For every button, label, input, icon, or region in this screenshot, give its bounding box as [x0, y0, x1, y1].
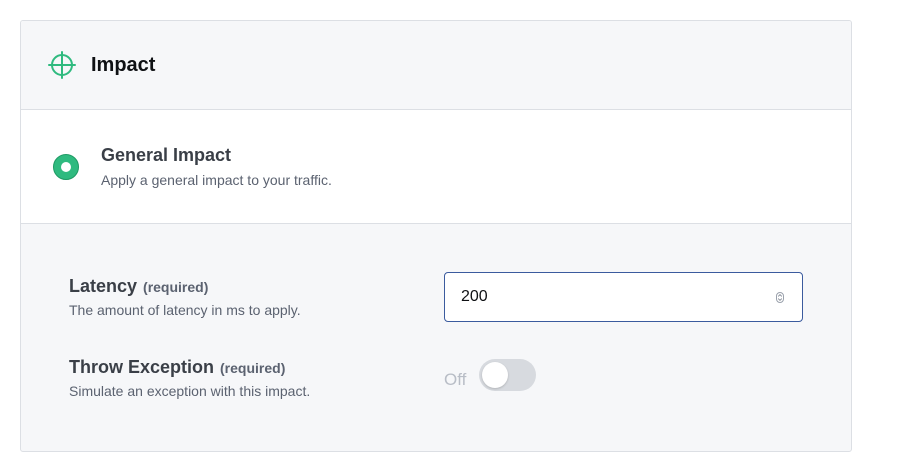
throw-exception-toggle[interactable] [479, 359, 536, 391]
general-impact-radio[interactable] [53, 154, 79, 180]
option-description: Apply a general impact to your traffic. [101, 172, 332, 188]
latency-label: Latency (required) [69, 276, 208, 297]
throw-exception-label-text: Throw Exception [69, 357, 215, 377]
crosshair-icon [48, 51, 76, 79]
toggle-knob [482, 362, 508, 388]
throw-exception-label: Throw Exception (required) [69, 357, 285, 378]
toggle-state-label: Off [444, 370, 467, 389]
general-impact-option[interactable]: General Impact Apply a general impact to… [21, 110, 851, 224]
option-title: General Impact [101, 145, 232, 165]
latency-label-text: Latency [69, 276, 138, 296]
number-spinner-icon[interactable] [776, 292, 784, 303]
throw-exception-required-tag: (required) [220, 360, 286, 376]
latency-description: The amount of latency in ms to apply. [69, 302, 301, 318]
impact-card: Impact General Impact Apply a general im… [20, 20, 852, 452]
latency-input-wrapper [444, 272, 803, 322]
latency-required-tag: (required) [143, 279, 209, 295]
card-header: Impact [21, 21, 851, 110]
latency-input[interactable] [445, 273, 802, 321]
throw-exception-description: Simulate an exception with this impact. [69, 383, 311, 399]
panel-title: Impact [91, 54, 156, 76]
radio-selected-dot [60, 161, 71, 172]
